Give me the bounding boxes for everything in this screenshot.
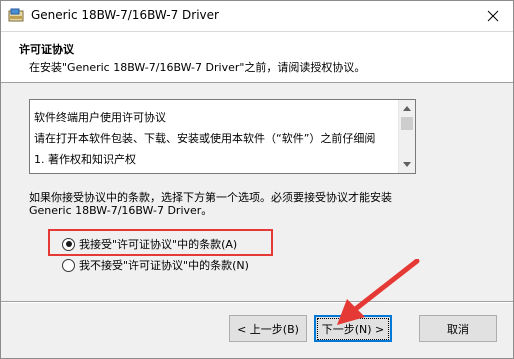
accept-radio-option[interactable]: 我接受"许可证协议"中的条款(A) (62, 236, 237, 252)
vertical-scrollbar[interactable] (398, 100, 415, 173)
footer-separator (1, 301, 513, 303)
page-subtitle: 在安装"Generic 18BW-7/16BW-7 Driver"之前，请阅读授… (29, 61, 366, 74)
cancel-button-label: 取消 (447, 322, 469, 336)
cancel-button[interactable]: 取消 (419, 315, 497, 342)
installer-window: Generic 18BW-7/16BW-7 Driver 许可证协议 在安装"G… (0, 0, 514, 359)
license-line: 1. 著作权和知识产权 (34, 153, 136, 166)
chevron-up-icon (403, 106, 411, 111)
window-title: Generic 18BW-7/16BW-7 Driver (31, 8, 219, 22)
license-content: 软件终端用户使用许可协议 请在打开本软件包装、下载、安装或使用本软件（“软件”）… (34, 111, 399, 173)
decline-radio-label[interactable]: 我不接受"许可证协议"中的条款(N) (79, 257, 249, 273)
next-button-label: 下一步(N) > (316, 317, 390, 340)
installer-icon (8, 8, 24, 24)
license-text-box[interactable]: 软件终端用户使用许可协议 请在打开本软件包装、下载、安装或使用本软件（“软件”）… (29, 99, 416, 174)
license-line: 请在打开本软件包装、下载、安装或使用本软件（“软件”）之前仔细阅 (34, 132, 376, 145)
page-title: 许可证协议 (19, 43, 74, 56)
next-button[interactable]: 下一步(N) > (314, 315, 392, 342)
close-icon (487, 10, 499, 22)
scroll-down-button[interactable] (399, 156, 415, 173)
decline-radio[interactable] (62, 258, 75, 272)
chevron-down-icon (403, 162, 411, 167)
close-button[interactable] (473, 1, 513, 31)
header-panel: 许可证协议 在安装"Generic 18BW-7/16BW-7 Driver"之… (1, 32, 513, 83)
scroll-up-button[interactable] (399, 100, 415, 117)
title-bar[interactable]: Generic 18BW-7/16BW-7 Driver (1, 1, 513, 32)
decline-radio-option[interactable]: 我不接受"许可证协议"中的条款(N) (62, 257, 249, 273)
accept-radio[interactable] (62, 237, 75, 251)
back-button-label: < 上一步(B) (237, 322, 299, 336)
back-button[interactable]: < 上一步(B) (229, 315, 307, 342)
license-line: 软件终端用户使用许可协议 (34, 111, 166, 124)
scroll-thumb[interactable] (401, 117, 413, 130)
accept-radio-label[interactable]: 我接受"许可证协议"中的条款(A) (79, 236, 237, 252)
accept-instructions: 如果你接受协议中的条款，选择下方第一个选项。必须要接受协议才能安装 Generi… (29, 191, 392, 217)
